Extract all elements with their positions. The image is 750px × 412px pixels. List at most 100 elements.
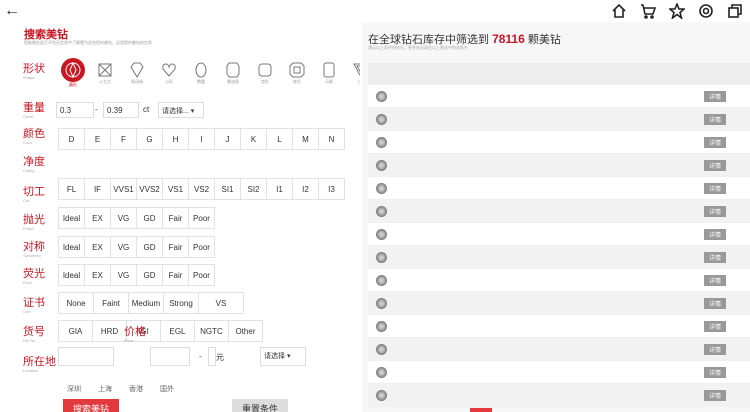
- weight-select[interactable]: 请选择... ▾: [158, 102, 204, 118]
- cut-option[interactable]: Ideal: [58, 207, 85, 229]
- detail-button[interactable]: 详情: [704, 136, 726, 148]
- pagination-current[interactable]: [470, 408, 492, 412]
- detail-button[interactable]: 详情: [704, 90, 726, 102]
- results-count: 78116: [492, 32, 525, 46]
- fluorescence-option[interactable]: None: [58, 292, 94, 314]
- cut-option[interactable]: Poor: [188, 207, 215, 229]
- cut-option[interactable]: Fair: [162, 207, 189, 229]
- shape-asscher[interactable]: 枕形: [282, 58, 312, 88]
- detail-button[interactable]: 详情: [704, 159, 726, 171]
- clarity-option[interactable]: I3: [318, 178, 345, 200]
- clarity-option[interactable]: I2: [292, 178, 319, 200]
- detail-button[interactable]: 详情: [704, 297, 726, 309]
- color-option[interactable]: K: [240, 128, 267, 150]
- detail-button[interactable]: 详情: [704, 113, 726, 125]
- clarity-option[interactable]: SI2: [240, 178, 267, 200]
- detail-button[interactable]: 详情: [704, 205, 726, 217]
- detail-button[interactable]: 详情: [704, 366, 726, 378]
- cut-option[interactable]: GD: [136, 207, 163, 229]
- fluorescence-option[interactable]: Strong: [163, 292, 199, 314]
- color-option[interactable]: E: [84, 128, 111, 150]
- shape-radiant[interactable]: 雷迪恩: [218, 58, 248, 88]
- location-option[interactable]: 香港: [120, 378, 152, 400]
- cut-option[interactable]: EX: [84, 207, 111, 229]
- clarity-option[interactable]: VS1: [162, 178, 189, 200]
- star-icon[interactable]: [668, 2, 686, 20]
- reset-button[interactable]: 重置条件: [232, 399, 288, 412]
- fluorescence-option[interactable]: Faint: [93, 292, 129, 314]
- shape-princess[interactable]: 公主方: [90, 58, 120, 88]
- cert-option[interactable]: HRD: [92, 320, 127, 342]
- symmetry-option[interactable]: VG: [110, 264, 137, 286]
- detail-button[interactable]: 详情: [704, 228, 726, 240]
- detail-button[interactable]: 详情: [704, 320, 726, 332]
- color-option[interactable]: L: [266, 128, 293, 150]
- symmetry-option[interactable]: Ideal: [58, 264, 85, 286]
- polish-option[interactable]: GD: [136, 236, 163, 258]
- price-select[interactable]: 请选择 ▾: [260, 347, 306, 366]
- location-option[interactable]: 上海: [89, 378, 121, 400]
- clarity-option[interactable]: SI1: [214, 178, 241, 200]
- shape-round[interactable]: 圆形: [58, 58, 88, 88]
- detail-button[interactable]: 详情: [704, 343, 726, 355]
- diamond-thumbnail: [375, 366, 387, 378]
- fluorescence-option[interactable]: VS: [198, 292, 244, 314]
- clarity-option[interactable]: FL: [58, 178, 85, 200]
- shape-oval[interactable]: 椭圆: [186, 58, 216, 88]
- weight-label: 重量 Carat: [23, 102, 45, 119]
- cut-option[interactable]: VG: [110, 207, 137, 229]
- detail-button[interactable]: 详情: [704, 182, 726, 194]
- shape-heart[interactable]: 心形: [154, 58, 184, 88]
- clarity-option[interactable]: VS2: [188, 178, 215, 200]
- sku-input[interactable]: [58, 347, 114, 366]
- cert-option[interactable]: EGL: [160, 320, 195, 342]
- shape-trillion[interactable]: 三角: [346, 58, 360, 88]
- detail-button[interactable]: 详情: [704, 274, 726, 286]
- clarity-option[interactable]: I1: [266, 178, 293, 200]
- color-option[interactable]: I: [188, 128, 215, 150]
- cart-icon[interactable]: [639, 2, 657, 20]
- detail-button[interactable]: 详情: [704, 389, 726, 401]
- results-panel: 在全球钻石库存中筛选到 78116 颗美钻 满足以上条件的钻石，更多钻石请在以上…: [362, 22, 750, 412]
- color-option[interactable]: G: [136, 128, 163, 150]
- search-button[interactable]: 搜索美钻: [63, 399, 119, 412]
- gear-icon[interactable]: [697, 2, 715, 20]
- weight-max-input[interactable]: 0.39: [103, 102, 139, 118]
- fluorescence-option[interactable]: Medium: [128, 292, 164, 314]
- weight-min-input[interactable]: 0.3: [56, 102, 94, 118]
- color-option[interactable]: J: [214, 128, 241, 150]
- color-option[interactable]: F: [110, 128, 137, 150]
- clarity-option[interactable]: IF: [84, 178, 111, 200]
- polish-option[interactable]: EX: [84, 236, 111, 258]
- clarity-options: FL IF VVS1 VVS2 VS1 VS2 SI1 SI2 I1 I2 I3: [58, 178, 345, 200]
- price-min-input[interactable]: [150, 347, 190, 366]
- back-arrow-icon[interactable]: ←: [4, 2, 20, 20]
- location-option[interactable]: 国外: [151, 378, 183, 400]
- symmetry-option[interactable]: Fair: [162, 264, 189, 286]
- detail-button[interactable]: 详情: [704, 251, 726, 263]
- symmetry-option[interactable]: EX: [84, 264, 111, 286]
- clarity-option[interactable]: VVS1: [110, 178, 137, 200]
- clarity-option[interactable]: VVS2: [136, 178, 163, 200]
- color-option[interactable]: N: [318, 128, 345, 150]
- location-option[interactable]: 深圳: [58, 378, 90, 400]
- shape-emerald[interactable]: 祖母绿: [122, 58, 152, 88]
- symmetry-option[interactable]: Poor: [188, 264, 215, 286]
- shape-cushion[interactable]: 垫形: [250, 58, 280, 88]
- polish-option[interactable]: Poor: [188, 236, 215, 258]
- cert-option[interactable]: NGTC: [194, 320, 229, 342]
- home-icon[interactable]: [610, 2, 628, 20]
- color-option[interactable]: D: [58, 128, 85, 150]
- table-row: 详情: [368, 223, 750, 246]
- polish-option[interactable]: VG: [110, 236, 137, 258]
- window-icon[interactable]: [726, 2, 744, 20]
- cert-option[interactable]: GIA: [58, 320, 93, 342]
- color-option[interactable]: H: [162, 128, 189, 150]
- shape-marquise[interactable]: 马眼: [314, 58, 344, 88]
- polish-option[interactable]: Fair: [162, 236, 189, 258]
- color-option[interactable]: M: [292, 128, 319, 150]
- cert-option[interactable]: Other: [228, 320, 263, 342]
- symmetry-option[interactable]: GD: [136, 264, 163, 286]
- price-max-input[interactable]: [208, 347, 216, 366]
- polish-option[interactable]: Ideal: [58, 236, 85, 258]
